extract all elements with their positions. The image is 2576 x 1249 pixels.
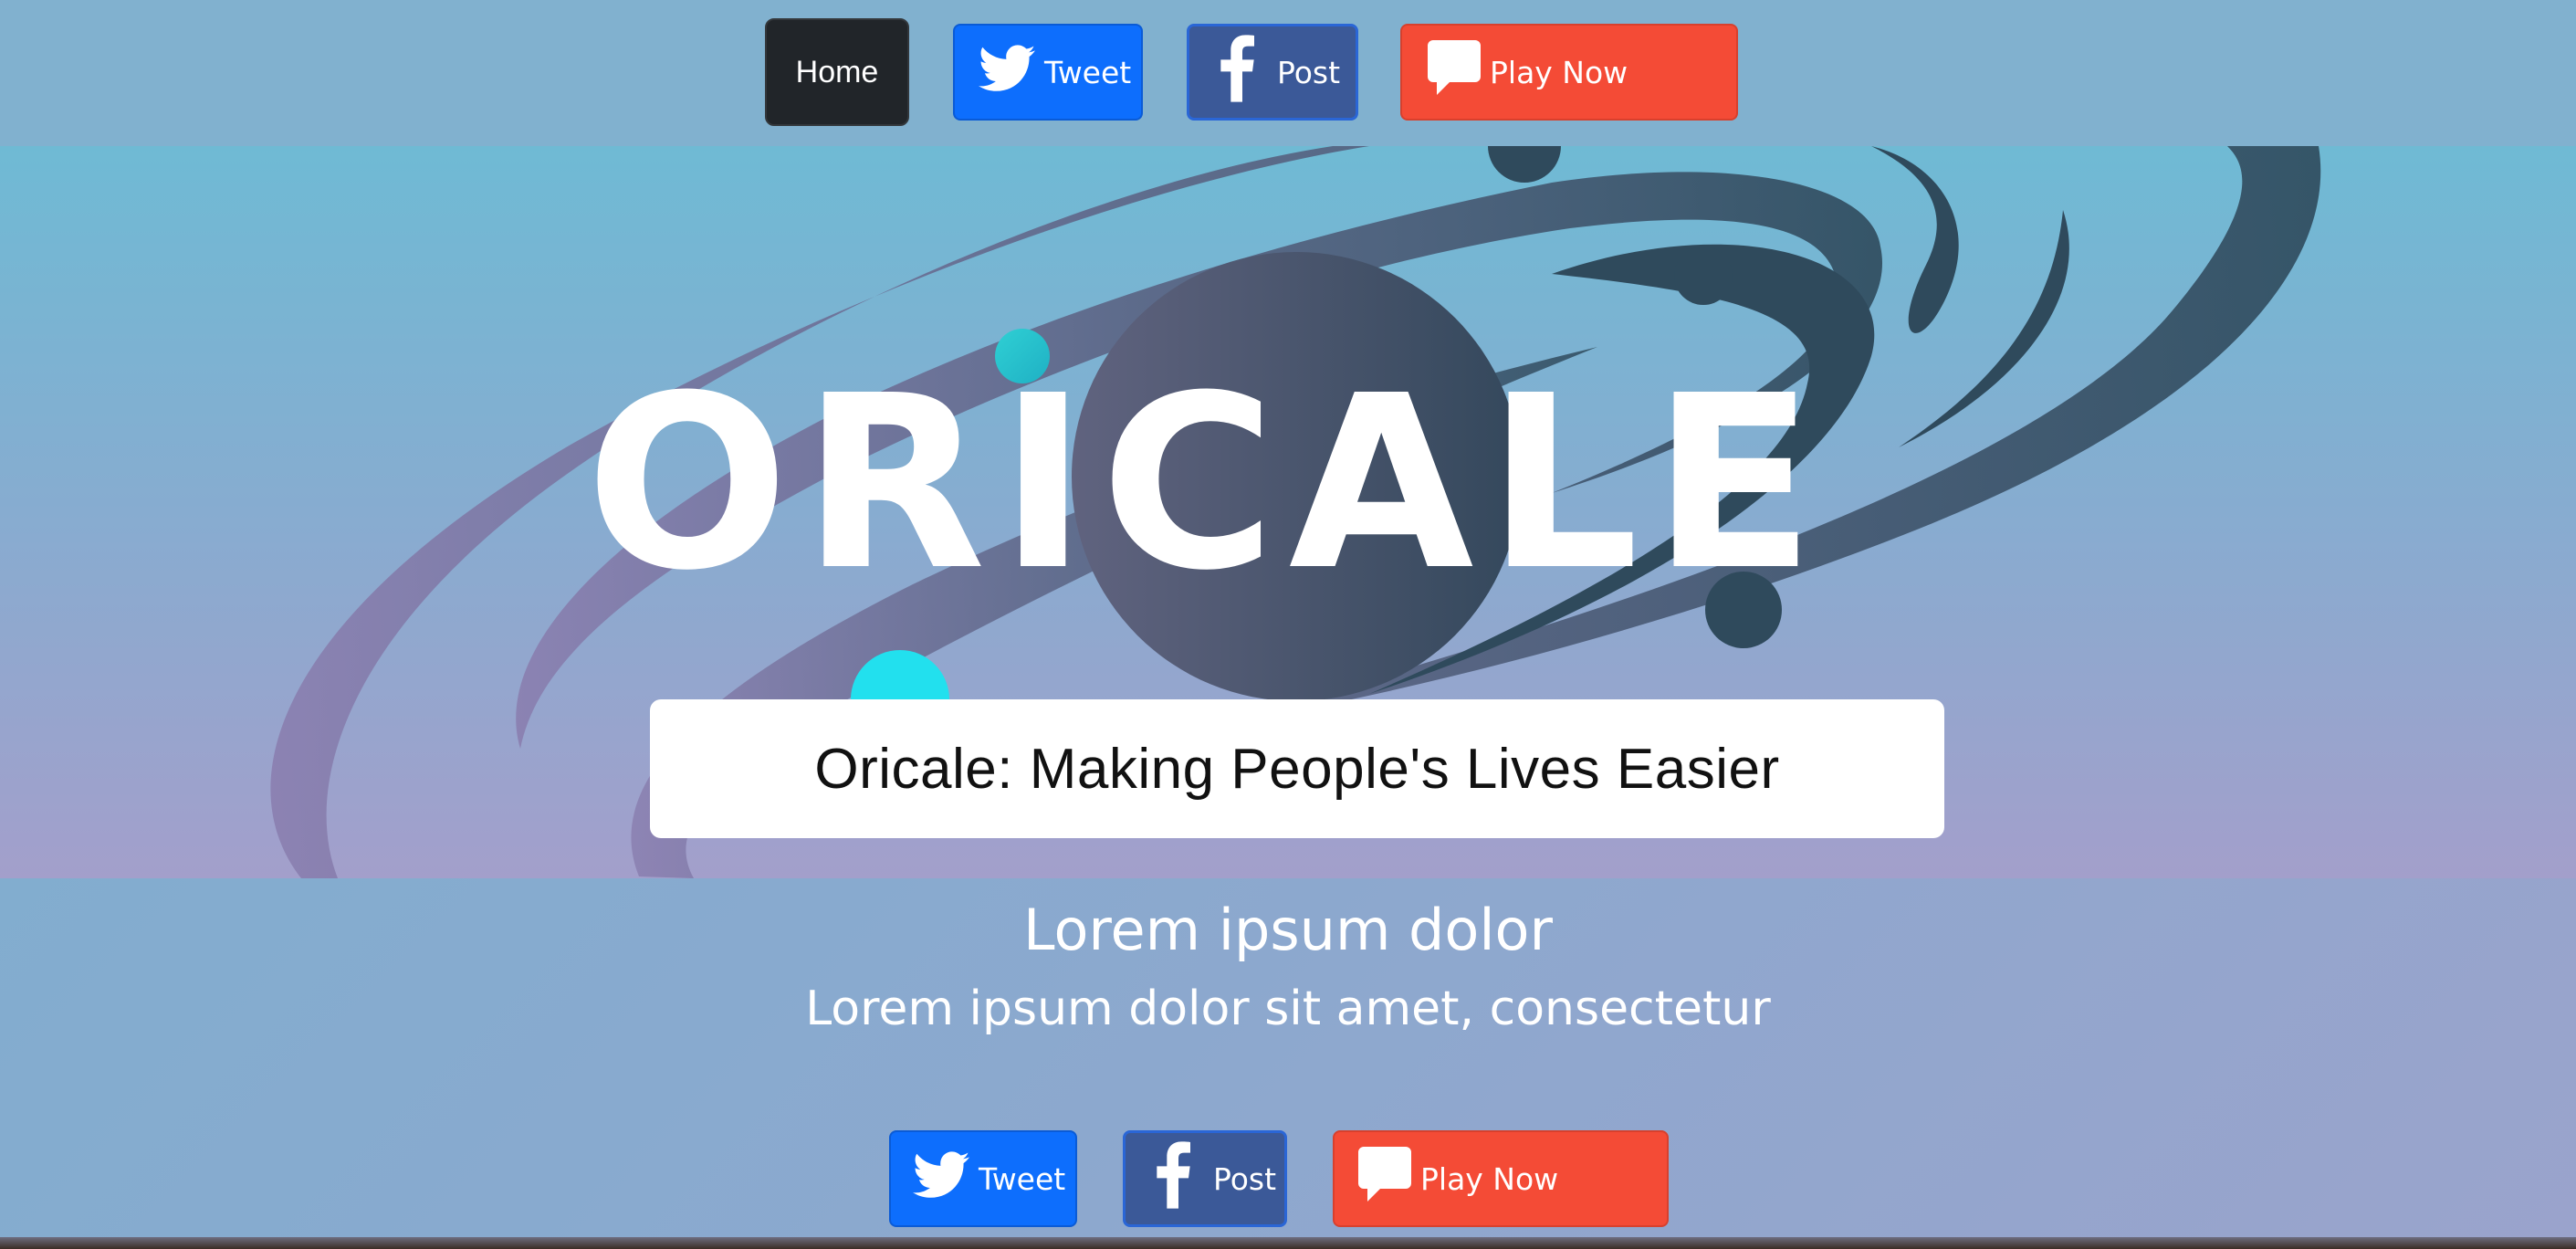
content-subheading: Lorem ipsum dolor sit amet, consectetur [805,981,1771,1036]
bottom-post-button[interactable]: Post [1123,1130,1287,1227]
post-button[interactable]: Post [1187,24,1358,121]
facebook-f-icon [1155,1141,1191,1216]
home-button[interactable]: Home [765,18,909,126]
bottom-post-label: Post [1213,1160,1277,1197]
window-bottom-edge [0,1237,2576,1249]
tweet-button[interactable]: Tweet [953,24,1143,121]
home-button-label: Home [795,54,879,89]
post-button-label: Post [1277,54,1341,90]
bottom-tweet-label: Tweet [979,1160,1066,1197]
play-now-button-label: Play Now [1490,54,1628,90]
svg-text:ORICALE: ORICALE [586,344,1828,623]
tagline-card: Oricale: Making People's Lives Easier [650,699,1944,838]
facebook-f-icon [1219,35,1255,110]
play-now-button[interactable]: Play Now [1400,24,1738,121]
bottom-tweet-button[interactable]: Tweet [889,1130,1077,1227]
bottom-play-now-label: Play Now [1420,1160,1559,1197]
twitter-bird-icon [979,45,1035,100]
top-nav-bar: Home Tweet Post Play Now [0,0,2576,146]
twitter-bird-icon [913,1151,969,1206]
speech-bubble-icon [1426,38,1482,106]
speech-bubble-icon [1356,1145,1413,1212]
tagline-text: Oricale: Making People's Lives Easier [814,737,1780,801]
tweet-button-label: Tweet [1044,54,1132,90]
content-heading: Lorem ipsum dolor [1023,897,1553,963]
bottom-play-now-button[interactable]: Play Now [1333,1130,1669,1227]
